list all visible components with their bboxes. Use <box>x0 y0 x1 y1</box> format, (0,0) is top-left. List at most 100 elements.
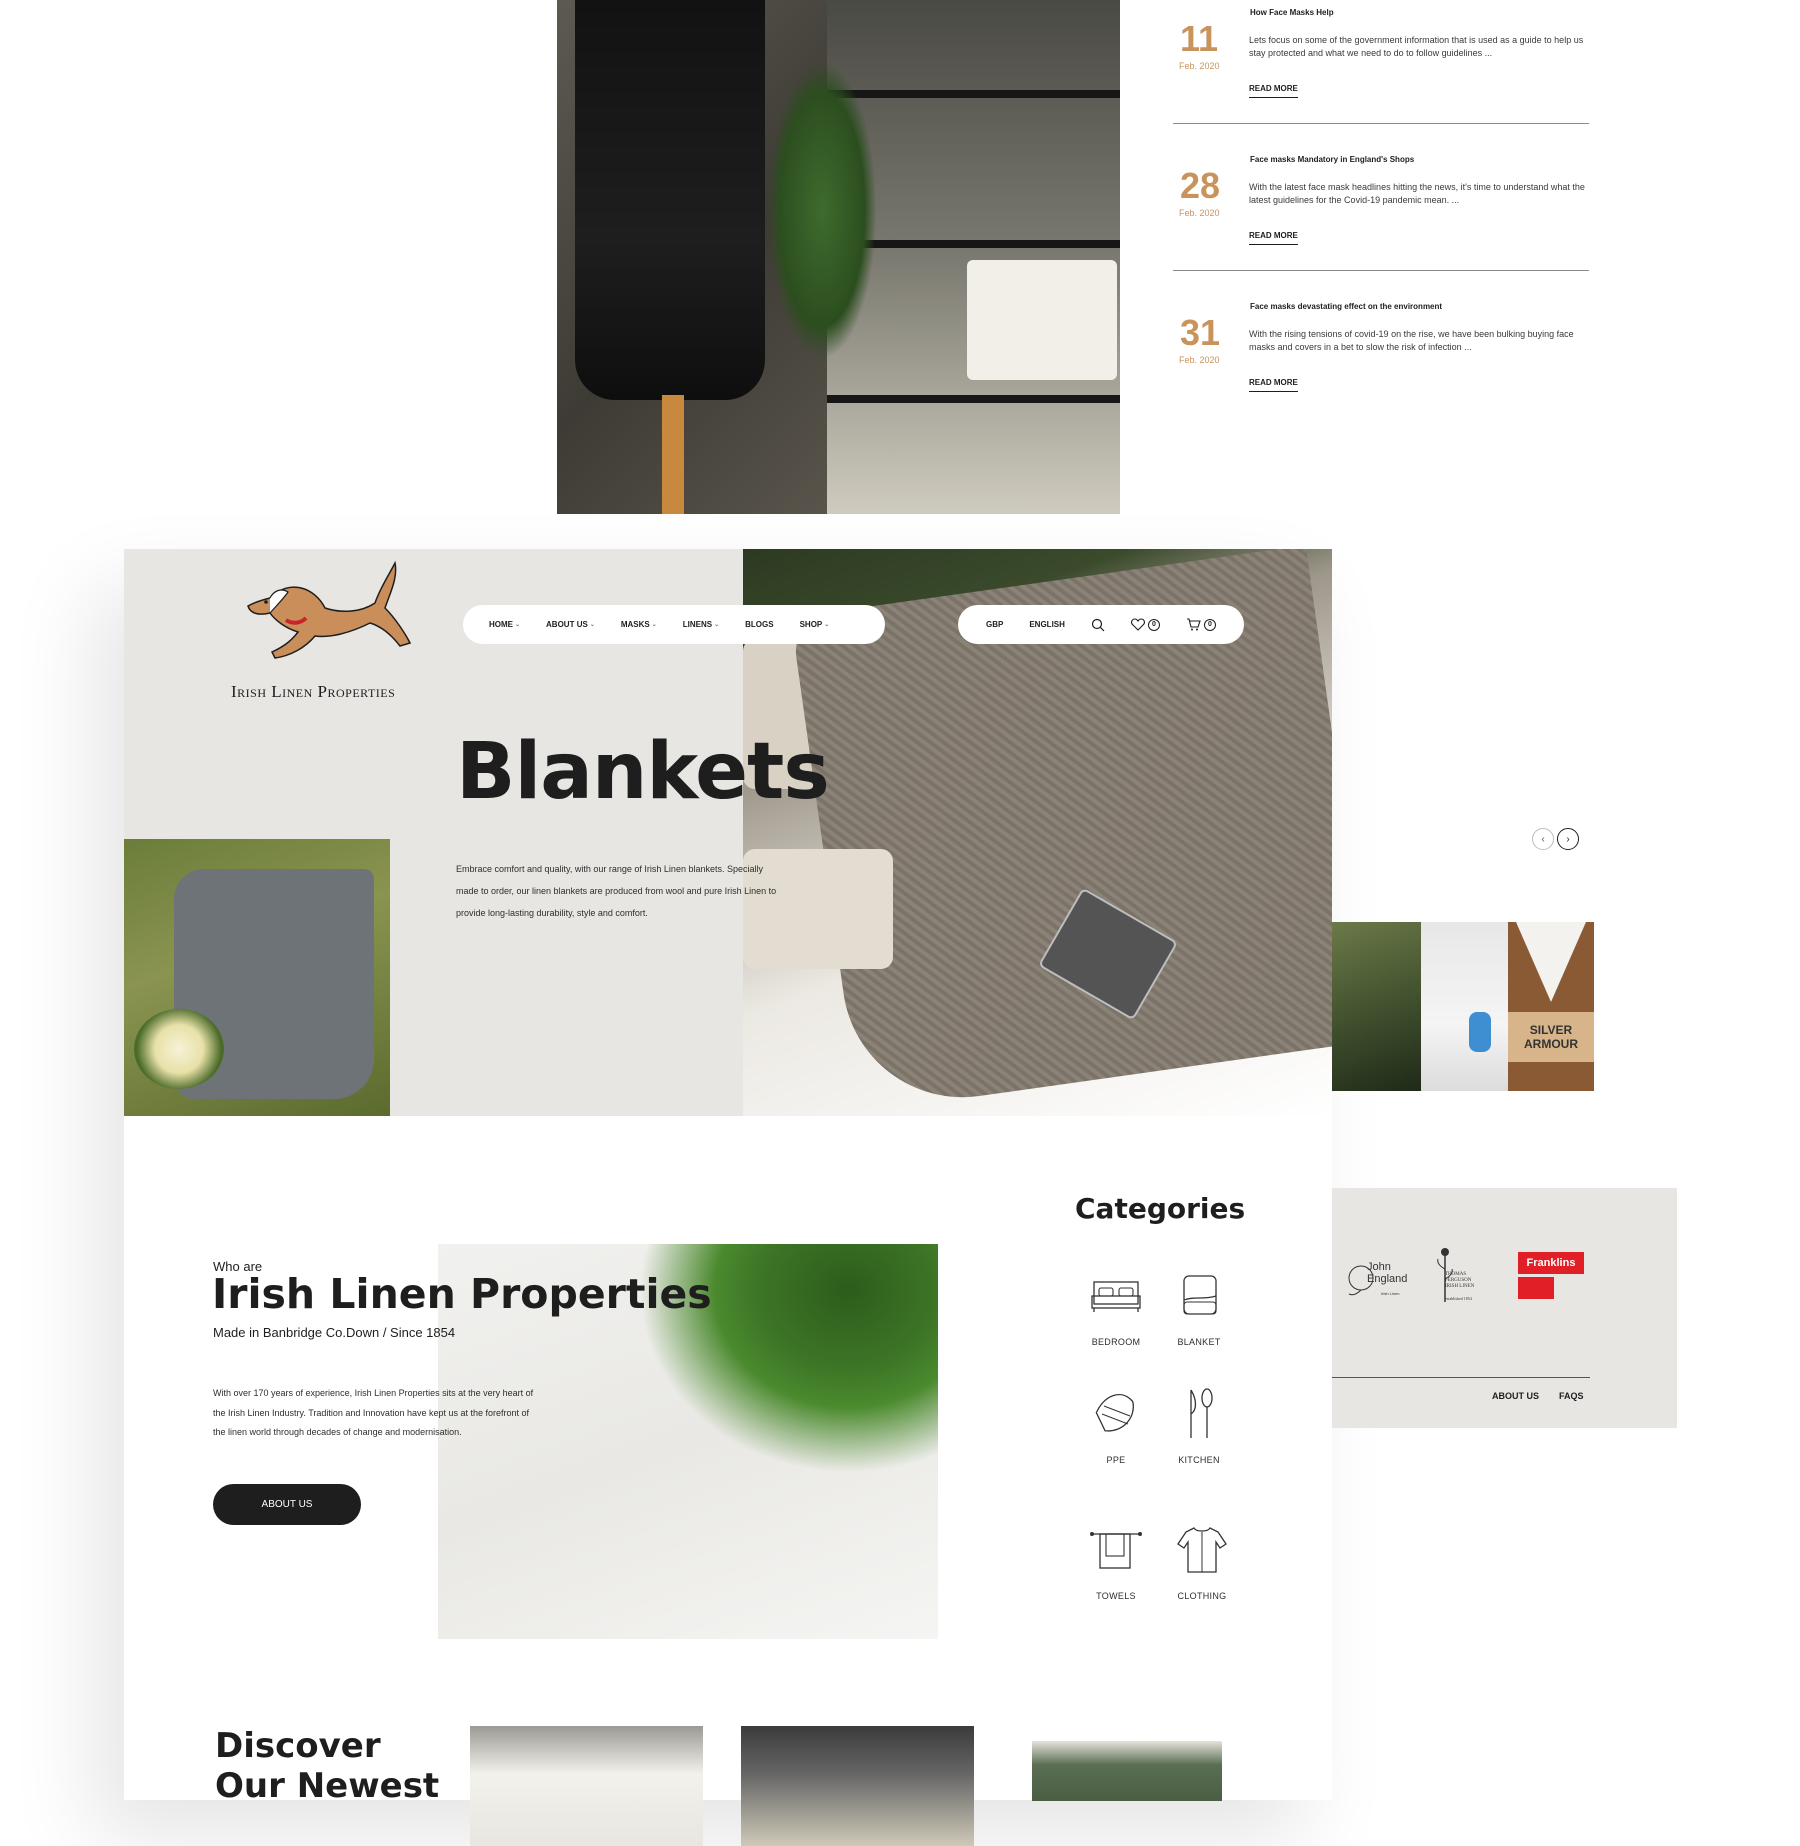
hero-description: Embrace comfort and quality, with our ra… <box>456 864 777 918</box>
blog-post-excerpt: Lets focus on some of the government inf… <box>1249 35 1584 58</box>
new-product-photo[interactable] <box>470 1726 703 1846</box>
previous-slide-button[interactable]: ‹ <box>1532 828 1554 850</box>
nav-item-home[interactable]: HOME ⌄ <box>489 620 520 629</box>
blanket-icon <box>1183 1275 1217 1315</box>
search-icon <box>1091 618 1105 631</box>
flowers-shape <box>134 1009 224 1089</box>
wishlist-count-badge: 0 <box>1147 618 1160 631</box>
main-nav: HOME ⌄ ABOUT US ⌄ MASKS ⌄ LINENS ⌄ BLOGS SHO… <box>463 605 885 644</box>
cart-icon <box>1186 618 1201 631</box>
blog-post-day: 31 <box>1180 312 1221 353</box>
footer-links: ABOUT US FAQS <box>1492 1391 1584 1401</box>
blog-post-month: Feb. 2020 <box>1179 208 1220 218</box>
folded-linen-shape <box>967 260 1117 380</box>
glove-shape <box>1469 1012 1491 1052</box>
next-slide-button[interactable]: › <box>1557 828 1579 850</box>
about-subtitle: Made in Banbridge Co.Down / Since 1854 <box>213 1325 456 1340</box>
heart-icon <box>1130 618 1145 631</box>
cutlery-icon <box>1190 1388 1213 1438</box>
blog-post: 31 Feb. 2020 Face masks devastating effe… <box>1170 294 1590 420</box>
nav-item-label: ABOUT US <box>546 620 588 629</box>
search-button[interactable] <box>1091 618 1105 632</box>
footer-link-about-us[interactable]: ABOUT US <box>1492 1391 1539 1401</box>
categories-title: Categories <box>1075 1192 1246 1225</box>
slide-thumbnail[interactable] <box>1332 922 1421 1091</box>
category-kitchen[interactable]: KITCHEN <box>1154 1386 1244 1465</box>
thomas-ferguson-tagline: established 1854 <box>1445 1296 1472 1301</box>
cart-count-badge: 0 <box>1203 618 1216 631</box>
shirt-icon <box>1177 1527 1227 1573</box>
shelf-bar <box>827 395 1120 403</box>
nav-item-blogs[interactable]: BLOGS <box>745 620 773 629</box>
john-england-tagline: Irish Linen <box>1381 1291 1400 1296</box>
thomas-ferguson-wordmark: THOMAS FERGUSON IRISH LINEN <box>1445 1272 1475 1289</box>
read-more-link[interactable]: READ MORE <box>1249 231 1298 245</box>
franklins-logo[interactable]: Franklins <box>1518 1252 1584 1300</box>
discover-title: Discover Our Newest <box>215 1726 440 1806</box>
apron-display-photo <box>557 0 1120 514</box>
blanket-on-chair-photo <box>124 839 390 1116</box>
blog-post-title[interactable]: Face masks Mandatory in England's Shops <box>1250 155 1414 164</box>
new-product-photo[interactable] <box>1032 1741 1222 1801</box>
face-mask-icon <box>1095 1393 1134 1432</box>
blog-post-day: 11 <box>1180 18 1219 59</box>
nav-item-linens[interactable]: LINENS ⌄ <box>683 620 719 629</box>
john-england-wordmark: John England <box>1367 1261 1408 1285</box>
read-more-link[interactable]: READ MORE <box>1249 84 1298 98</box>
blog-post-excerpt: With the rising tensions of covid-19 on … <box>1249 329 1574 352</box>
blog-post-title[interactable]: Face masks devastating effect on the env… <box>1250 302 1442 311</box>
wishlist-button[interactable]: 0 <box>1130 618 1160 631</box>
category-bedroom[interactable]: BEDROOM <box>1071 1268 1161 1347</box>
chevron-down-icon: ⌄ <box>515 622 521 628</box>
category-label: BLANKET <box>1177 1337 1221 1347</box>
footer-divider <box>1332 1377 1590 1378</box>
slider-controls: ‹ › <box>1532 828 1579 850</box>
footer-link-faqs[interactable]: FAQS <box>1559 1391 1584 1401</box>
plant-shape <box>767 60 877 360</box>
nav-item-about-us[interactable]: ABOUT US ⌄ <box>546 620 595 629</box>
blog-post-month: Feb. 2020 <box>1179 61 1220 71</box>
cart-button[interactable]: 0 <box>1186 618 1216 631</box>
chevron-down-icon: ⌄ <box>589 622 595 628</box>
thomas-ferguson-logo[interactable]: THOMAS FERGUSON IRISH LINEN established … <box>1435 1244 1485 1304</box>
nav-item-masks[interactable]: MASKS ⌄ <box>621 620 657 629</box>
category-label: TOWELS <box>1096 1591 1136 1601</box>
slide-thumbnail[interactable] <box>1421 922 1508 1091</box>
category-towels[interactable]: TOWELS <box>1071 1522 1161 1601</box>
chevron-down-icon: ⌄ <box>824 622 830 628</box>
chevron-down-icon: ⌄ <box>714 622 720 628</box>
slide-thumbnail[interactable]: SILVER ARMOUR <box>1508 922 1594 1091</box>
category-label: BEDROOM <box>1091 1337 1141 1347</box>
black-apron-shape <box>575 0 765 400</box>
slide-thumbnails: SILVER ARMOUR <box>1332 922 1594 1091</box>
franklins-wordmark: Franklins <box>1518 1252 1584 1274</box>
napkin-shape <box>1516 922 1586 1002</box>
about-body: With over 170 years of experience, Irish… <box>213 1388 534 1437</box>
nav-item-label: SHOP <box>799 620 823 629</box>
blog-post: 11 Feb. 2020 How Face Masks Help Lets fo… <box>1170 0 1590 126</box>
category-clothing[interactable]: CLOTHING <box>1157 1522 1247 1601</box>
nav-item-label: LINENS <box>682 620 713 629</box>
about-us-button[interactable]: ABOUT US <box>213 1484 361 1525</box>
category-blanket[interactable]: BLANKET <box>1154 1268 1244 1347</box>
about-title: Irish Linen Properties <box>212 1270 712 1318</box>
chevron-down-icon: ⌄ <box>651 622 657 628</box>
language-selector[interactable]: ENGLISH <box>1029 620 1065 629</box>
blog-post-title[interactable]: How Face Masks Help <box>1250 8 1334 17</box>
franklins-block <box>1518 1277 1554 1299</box>
category-label: CLOTHING <box>1177 1591 1227 1601</box>
nav-item-label: MASKS <box>620 620 650 629</box>
category-label: KITCHEN <box>1178 1455 1220 1465</box>
category-ppe[interactable]: PPE <box>1071 1386 1161 1465</box>
blog-post: 28 Feb. 2020 Face masks Mandatory in Eng… <box>1170 147 1590 273</box>
nav-item-label: HOME <box>489 620 513 629</box>
john-england-logo[interactable]: John England Irish Linen <box>1345 1258 1408 1298</box>
read-more-link[interactable]: READ MORE <box>1249 378 1298 392</box>
chevron-right-icon: › <box>1566 833 1570 845</box>
brand-wordmark[interactable]: Irish Linen Properties <box>231 682 395 702</box>
nav-item-shop[interactable]: SHOP ⌄ <box>800 620 830 629</box>
hero-title: Blankets <box>456 727 830 817</box>
currency-selector[interactable]: GBP <box>986 620 1003 629</box>
new-product-photo[interactable] <box>741 1726 974 1846</box>
nav-item-label: BLOGS <box>745 620 774 629</box>
